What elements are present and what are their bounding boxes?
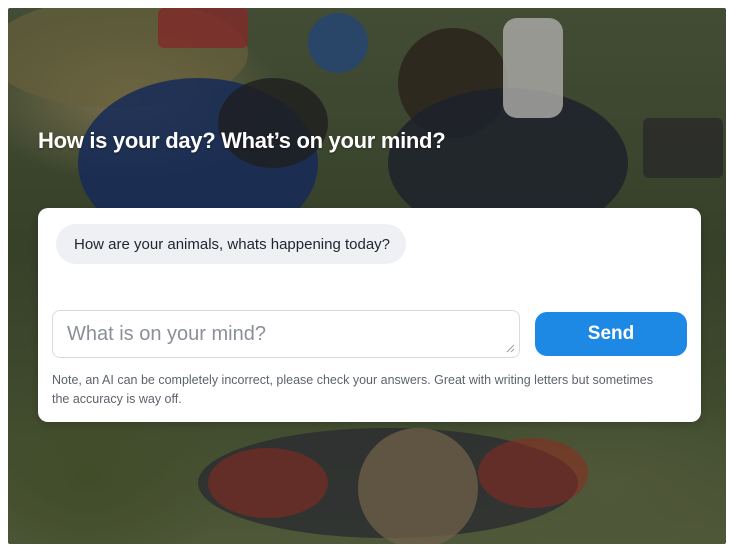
chat-card: How are your animals, whats happening to… (38, 208, 701, 422)
bot-message: How are your animals, whats happening to… (56, 224, 407, 264)
resize-handle-icon[interactable] (505, 343, 515, 353)
page-title: How is your day? What’s on your mind? (38, 128, 446, 153)
disclaimer-note: Note, an AI can be completely incorrect,… (52, 373, 653, 406)
message-input-container (52, 310, 520, 358)
bot-message-text: How are your animals, whats happening to… (74, 235, 391, 253)
message-input[interactable] (53, 311, 519, 357)
send-button[interactable]: Send (535, 312, 687, 356)
